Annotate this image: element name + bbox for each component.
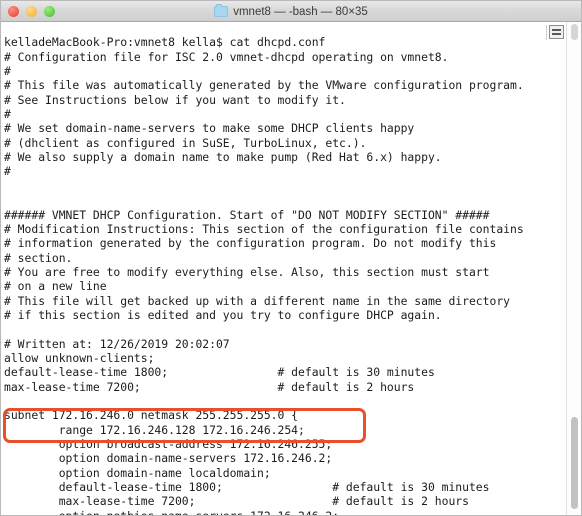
window-controls xyxy=(8,1,55,21)
close-button[interactable] xyxy=(8,5,19,17)
zoom-button[interactable] xyxy=(44,5,55,17)
terminal-body[interactable]: kelladeMacBook-Pro:vmnet8 kella$ cat dhc… xyxy=(1,22,581,515)
title-bar[interactable]: vmnet8 — -bash — 80×35 xyxy=(1,1,581,22)
vertical-scrollbar[interactable] xyxy=(566,22,581,515)
split-pane-line xyxy=(552,33,561,35)
title-center-group: vmnet8 — -bash — 80×35 xyxy=(1,1,581,22)
split-pane-line xyxy=(552,29,561,31)
pane-divider xyxy=(546,25,547,40)
minimize-button[interactable] xyxy=(26,5,37,17)
scrollbar-thumb-top[interactable] xyxy=(571,24,578,40)
terminal-output: kelladeMacBook-Pro:vmnet8 kella$ cat dhc… xyxy=(4,35,524,515)
folder-icon xyxy=(214,4,229,17)
terminal-window: vmnet8 — -bash — 80×35 kelladeMacBook-Pr… xyxy=(0,0,582,516)
split-pane-icon[interactable] xyxy=(549,25,564,39)
window-title: vmnet8 — -bash — 80×35 xyxy=(233,5,368,18)
scrollbar-thumb[interactable] xyxy=(571,417,578,509)
